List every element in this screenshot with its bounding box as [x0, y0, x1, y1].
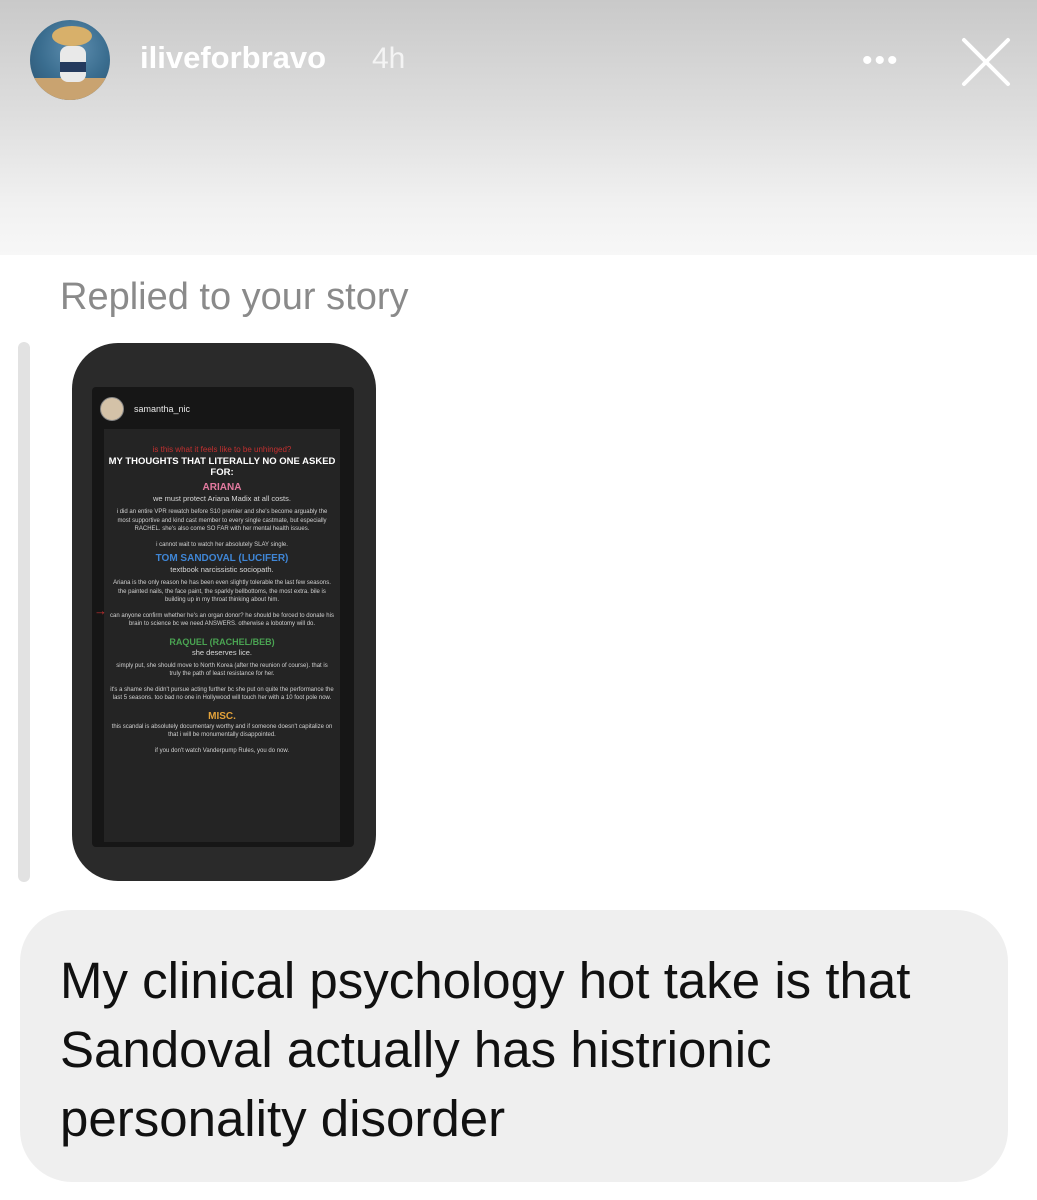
close-icon[interactable] — [958, 34, 1014, 90]
raquel-paragraph-2: it's a shame she didn't pursue acting fu… — [110, 686, 334, 702]
red-arrow-icon: → — [94, 603, 107, 618]
story-title-red: is this what it feels like to be unhinge… — [152, 445, 292, 454]
tom-paragraph-1: Ariana is the only reason he has been ev… — [113, 580, 331, 603]
ariana-heading: ARIANA — [202, 482, 242, 493]
message-bubble[interactable]: My clinical psychology hot take is that … — [20, 910, 1008, 1182]
story-header: iliveforbravo 4h ••• — [0, 0, 1037, 255]
reply-quote-bar — [18, 342, 30, 882]
story-avatar — [100, 397, 124, 421]
ariana-sub: we must protect Ariana Madix at all cost… — [153, 494, 291, 503]
username[interactable]: iliveforbravo — [140, 40, 326, 76]
story-username: samantha_nic — [134, 404, 191, 414]
misc-heading: MISC. — [208, 710, 236, 722]
story-content: is this what it feels like to be unhinge… — [104, 429, 340, 842]
raquel-heading: RAQUEL (RACHEL/BEB) — [169, 636, 275, 647]
story-thumbnail[interactable]: samantha_nic is this what it feels like … — [72, 343, 376, 881]
tom-heading: TOM SANDOVAL (LUCIFER) — [155, 553, 289, 564]
story-header-inner: samantha_nic — [100, 397, 190, 421]
message-text: My clinical psychology hot take is that … — [60, 952, 911, 1147]
ariana-paragraph-1: i did an entire VPR rewatch before S10 p… — [116, 509, 328, 532]
story-title-white: MY THOUGHTS THAT LITERALLY NO ONE ASKED … — [108, 456, 336, 478]
tom-paragraph-2: can anyone confirm whether he's an organ… — [110, 612, 334, 628]
misc-paragraph-1: this scandal is absolutely documentary w… — [111, 723, 333, 739]
post-time: 4h — [372, 42, 406, 75]
raquel-sub: she deserves lice. — [191, 647, 253, 657]
story-screen: samantha_nic is this what it feels like … — [92, 387, 354, 847]
ariana-paragraph-2: i cannot wait to watch her absolutely SL… — [156, 541, 288, 548]
more-options-button[interactable]: ••• — [862, 44, 900, 78]
tom-sub: textbook narcissistic sociopath. — [170, 565, 274, 574]
misc-paragraph-2: if you don't watch Vanderpump Rules, you… — [154, 747, 290, 754]
profile-avatar[interactable] — [30, 20, 110, 100]
raquel-paragraph-1: simply put, she should move to North Kor… — [116, 662, 328, 678]
reply-label: Replied to your story — [60, 276, 409, 318]
